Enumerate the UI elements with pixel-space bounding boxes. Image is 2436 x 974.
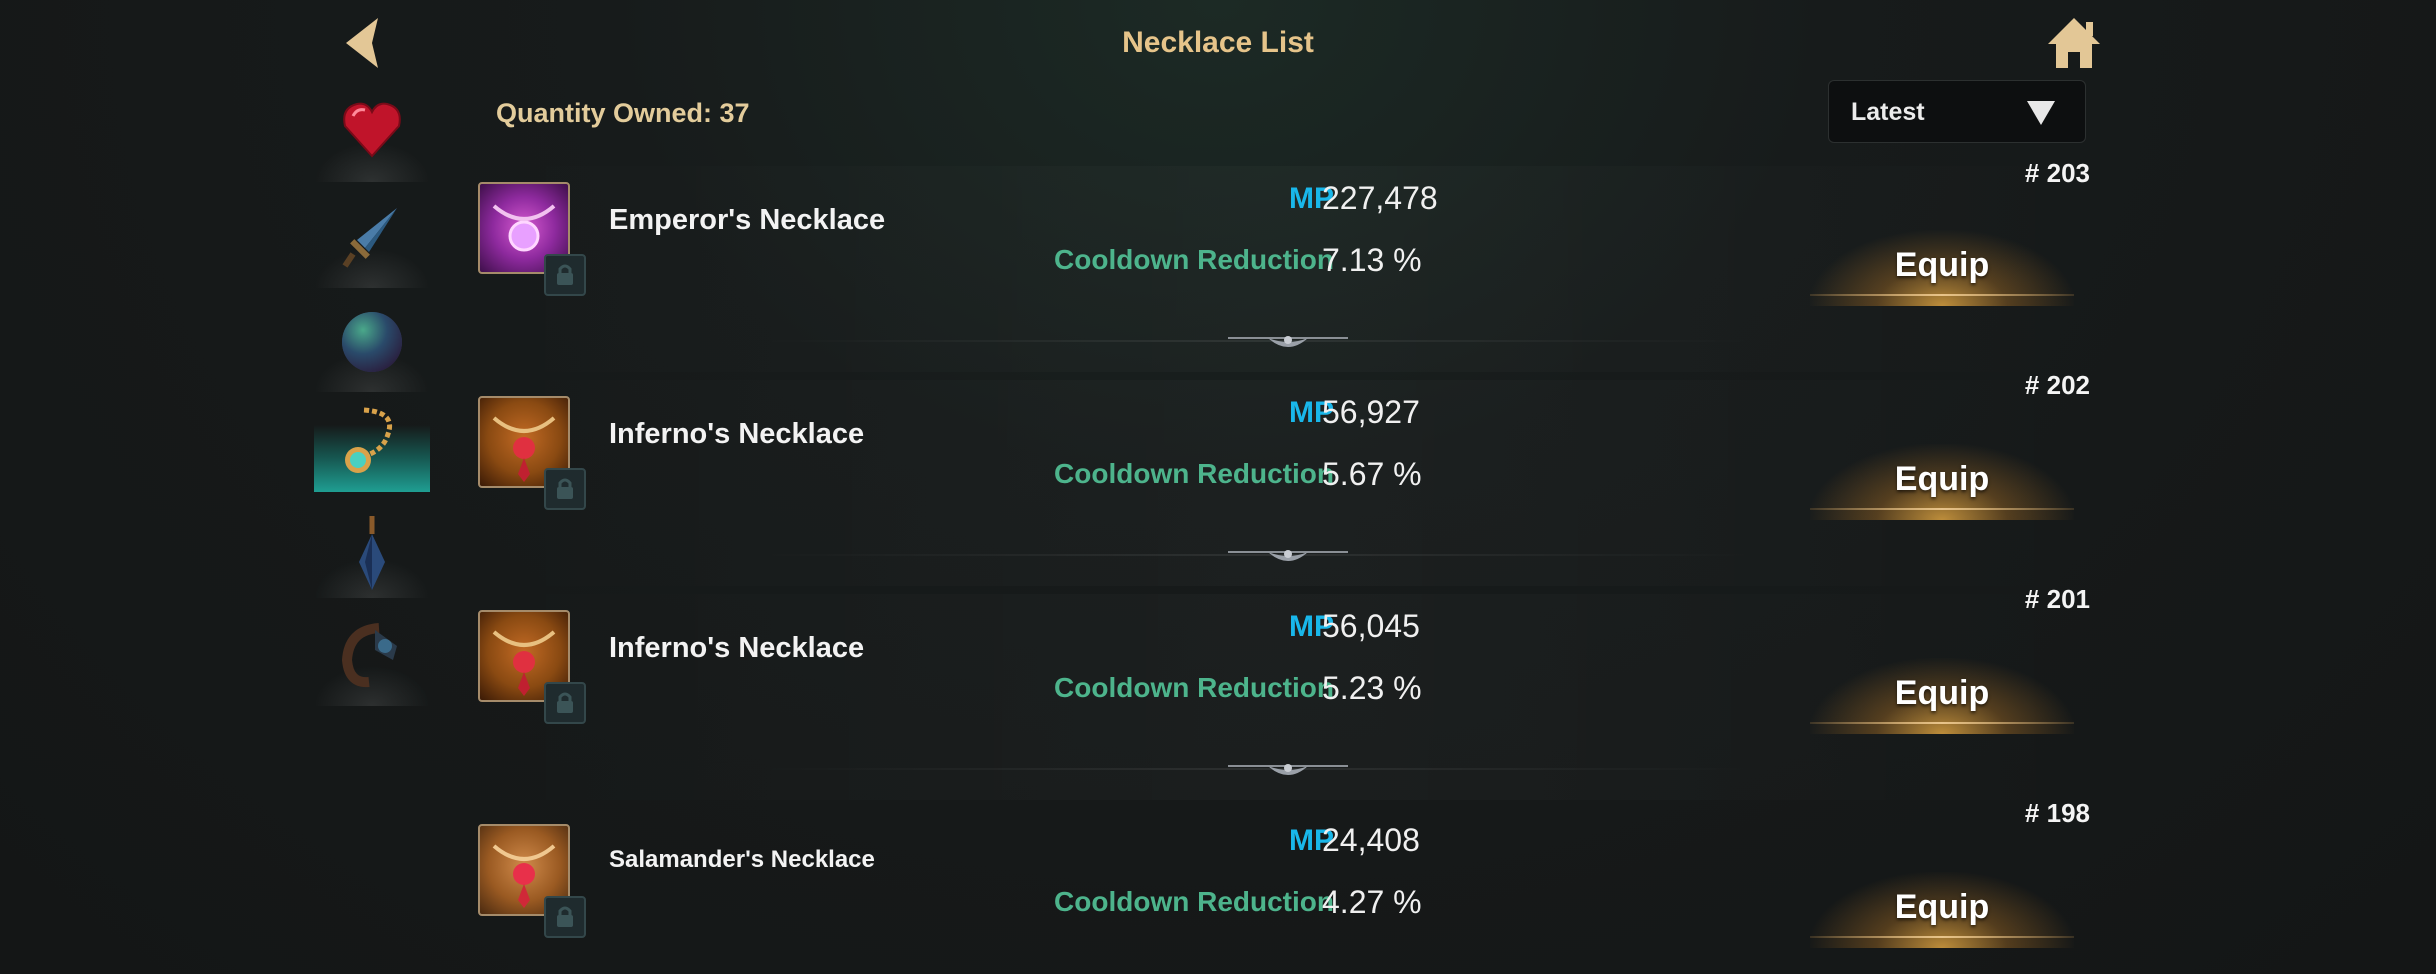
home-icon	[2048, 18, 2100, 68]
necklace-icon	[345, 407, 392, 473]
category-tab-heart[interactable]	[314, 84, 430, 182]
orb-icon	[342, 312, 402, 372]
list-item: Salamander's Necklace MP 24,408 Cooldown…	[470, 798, 2110, 974]
cooldown-value: 7.13 %	[1322, 242, 1422, 278]
heart-gem-icon	[343, 102, 401, 158]
item-name: Emperor's Necklace	[609, 204, 886, 236]
mp-value: 227,478	[1322, 180, 1438, 216]
lock-toggle[interactable]	[544, 682, 586, 724]
equip-label: Equip	[1894, 460, 1990, 498]
cooldown-value: 4.27 %	[1322, 884, 1422, 920]
quantity-owned: Quantity Owned: 37	[496, 98, 750, 128]
item-number: # 201	[2024, 584, 2090, 614]
home-button[interactable]	[2044, 14, 2104, 72]
mp-value: 56,927	[1322, 394, 1420, 430]
category-tab-necklace[interactable]	[314, 396, 430, 492]
cooldown-value: 5.23 %	[1322, 670, 1422, 706]
cooldown-label: Cooldown Reduction	[1054, 886, 1334, 917]
earring-icon	[359, 516, 385, 590]
item-number: # 198	[2024, 798, 2090, 828]
equip-button[interactable]: Equip	[1810, 444, 2074, 520]
equip-button[interactable]: Equip	[1810, 658, 2074, 734]
category-tab-earring[interactable]	[314, 500, 430, 598]
lock-toggle[interactable]	[544, 468, 586, 510]
item-name: Inferno's Necklace	[609, 632, 865, 664]
category-tab-orb[interactable]	[314, 294, 430, 392]
lock-toggle[interactable]	[544, 254, 586, 296]
lock-icon	[557, 906, 573, 927]
lock-toggle[interactable]	[544, 896, 586, 938]
item-name: Inferno's Necklace	[609, 418, 865, 450]
item-name: Salamander's Necklace	[609, 846, 875, 873]
item-number: # 202	[2024, 370, 2090, 400]
mp-value: 24,408	[1322, 822, 1420, 858]
equip-label: Equip	[1894, 888, 1990, 926]
divider-ornament-icon	[1228, 550, 1348, 561]
sword-icon	[342, 208, 397, 268]
bracelet-icon	[341, 623, 397, 688]
row-divider	[758, 756, 1758, 775]
cooldown-value: 5.67 %	[1322, 456, 1422, 492]
equip-button[interactable]: Equip	[1810, 872, 2074, 948]
equip-button[interactable]: Equip	[1810, 230, 2074, 306]
mp-value: 56,045	[1322, 608, 1420, 644]
item-number: # 203	[2024, 158, 2090, 188]
lock-icon	[557, 264, 573, 285]
category-tab-weapon[interactable]	[314, 190, 430, 288]
category-tab-bracelet[interactable]	[314, 608, 430, 706]
row-divider	[758, 328, 1758, 347]
cooldown-label: Cooldown Reduction	[1054, 672, 1334, 703]
sort-selected-label: Latest	[1851, 98, 1925, 126]
equip-label: Equip	[1894, 674, 1990, 712]
cooldown-label: Cooldown Reduction	[1054, 244, 1334, 275]
lock-icon	[557, 692, 573, 713]
sort-dropdown[interactable]: Latest	[1828, 80, 2086, 143]
row-divider	[758, 542, 1758, 561]
equip-label: Equip	[1894, 246, 1990, 284]
cooldown-label: Cooldown Reduction	[1054, 458, 1334, 489]
divider-ornament-icon	[1228, 764, 1348, 775]
divider-ornament-icon	[1228, 336, 1348, 347]
lock-icon	[557, 478, 573, 499]
triangle-down-icon	[2027, 101, 2055, 125]
